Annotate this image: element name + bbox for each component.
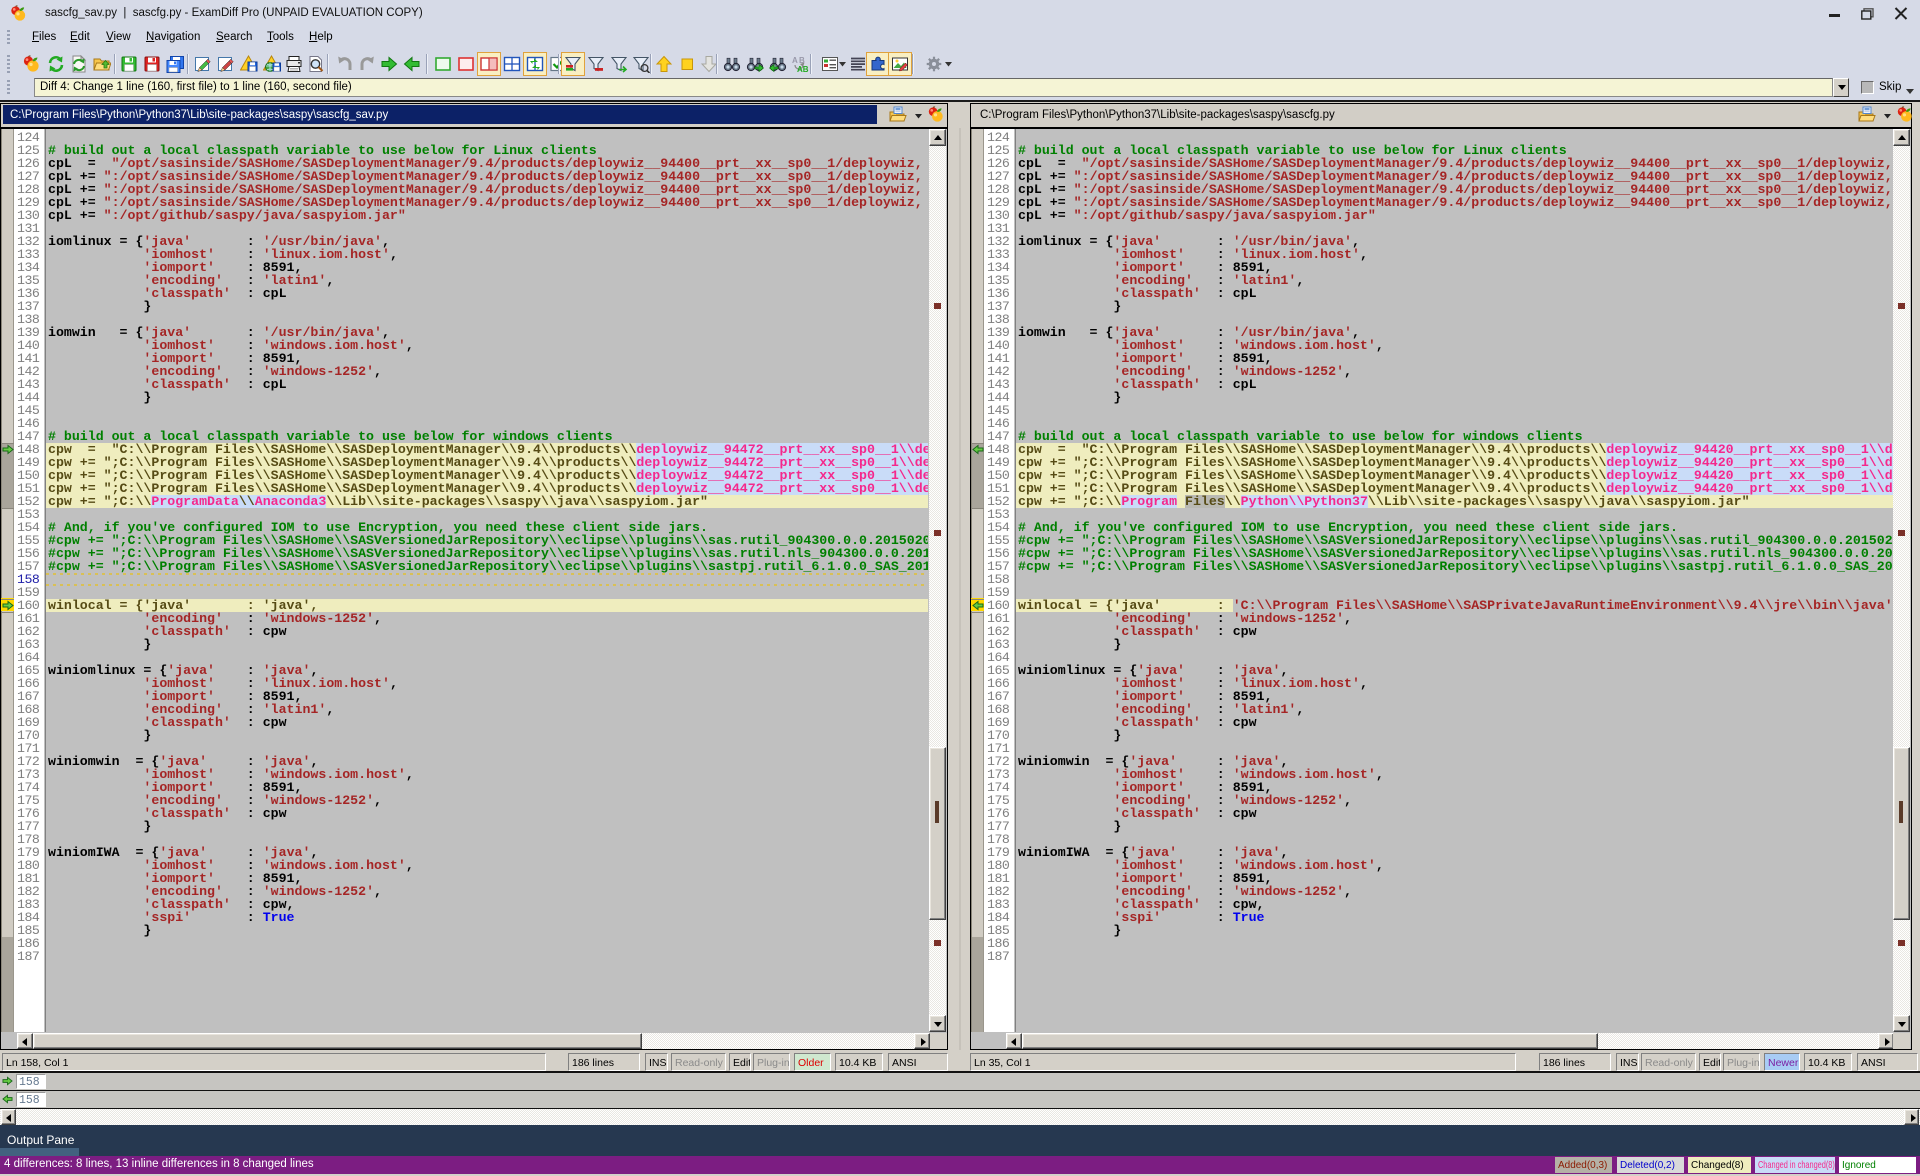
svg-text:AB: AB xyxy=(797,65,809,73)
svg-text:A: A xyxy=(792,56,798,65)
